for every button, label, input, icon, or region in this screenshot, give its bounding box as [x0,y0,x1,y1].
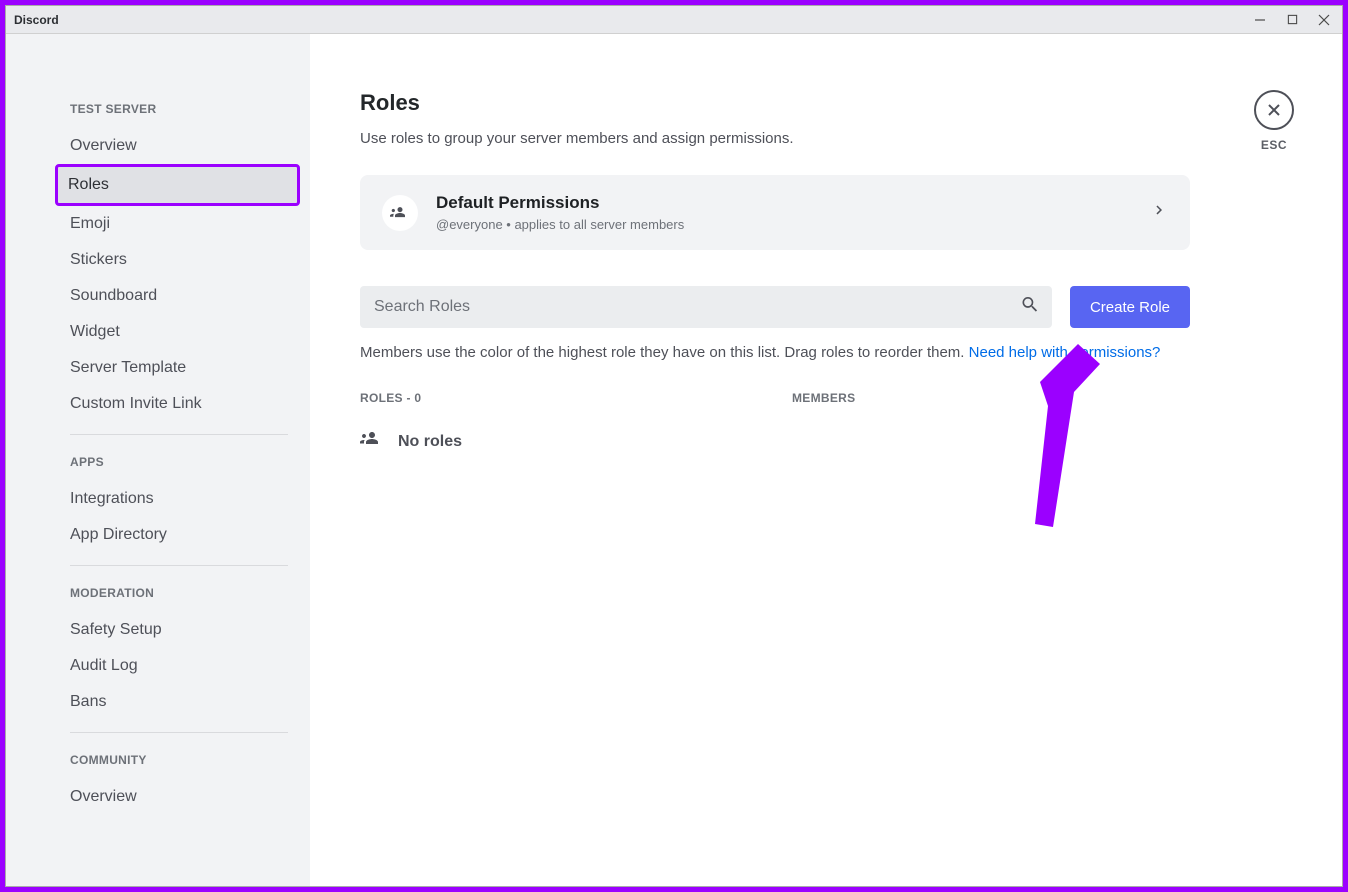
chevron-right-icon [1150,201,1168,224]
search-roles-input[interactable] [360,286,1052,328]
sidebar-section-header: TEST SERVER [60,94,298,128]
sidebar-item-server-template[interactable]: Server Template [60,350,298,386]
search-and-create-row: Create Role [360,286,1190,328]
minimize-icon [1254,14,1266,26]
close-icon [1265,101,1283,119]
maximize-button[interactable] [1282,10,1302,30]
search-icon [1020,295,1040,320]
sidebar-item-overview[interactable]: Overview [60,779,298,815]
close-label: ESC [1261,138,1287,152]
titlebar-app-name: Discord [14,13,1250,27]
sidebar-item-soundboard[interactable]: Soundboard [60,278,298,314]
sidebar-item-custom-invite-link[interactable]: Custom Invite Link [60,386,298,422]
search-box [360,286,1052,328]
sidebar-item-stickers[interactable]: Stickers [60,242,298,278]
no-roles-label: No roles [398,433,462,451]
close-settings-button[interactable]: ESC [1254,90,1294,152]
hint-prefix: Members use the color of the highest rol… [360,344,969,361]
sidebar-item-widget[interactable]: Widget [60,314,298,350]
sidebar-item-roles[interactable]: Roles [55,164,300,206]
sidebar-section-header: APPS [60,447,298,481]
roles-hint-text: Members use the color of the highest rol… [360,342,1190,363]
page-subtitle: Use roles to group your server members a… [360,130,1190,147]
sidebar-item-app-directory[interactable]: App Directory [60,517,298,553]
people-icon [390,203,410,223]
column-roles-header: ROLES - 0 [360,391,792,405]
default-card-title: Default Permissions [436,193,1132,213]
sidebar-item-integrations[interactable]: Integrations [60,481,298,517]
sidebar-section-header: COMMUNITY [60,745,298,779]
close-window-button[interactable] [1314,10,1334,30]
roles-columns-header: ROLES - 0 MEMBERS [360,391,1190,405]
close-circle [1254,90,1294,130]
sidebar-item-emoji[interactable]: Emoji [60,206,298,242]
create-role-button[interactable]: Create Role [1070,286,1190,328]
app-window: Discord TEST SERVEROverviewRolesEmojiSti… [5,5,1343,887]
sidebar-divider [70,565,288,566]
everyone-avatar [382,195,418,231]
sidebar-divider [70,732,288,733]
permissions-help-link[interactable]: Need help with permissions? [969,344,1161,361]
settings-sidebar: TEST SERVEROverviewRolesEmojiStickersSou… [6,34,310,886]
people-icon [360,427,384,456]
default-card-subtitle: @everyone • applies to all server member… [436,217,1132,232]
close-icon [1318,14,1330,26]
column-members-header: MEMBERS [792,391,855,405]
main-area: TEST SERVEROverviewRolesEmojiStickersSou… [6,34,1342,886]
window-controls [1250,10,1334,30]
sidebar-divider [70,434,288,435]
minimize-button[interactable] [1250,10,1270,30]
maximize-icon [1287,14,1298,25]
titlebar: Discord [6,6,1342,34]
no-roles-row: No roles [360,427,1190,456]
page-title: Roles [360,90,1190,116]
sidebar-section-header: MODERATION [60,578,298,612]
sidebar-item-audit-log[interactable]: Audit Log [60,648,298,684]
sidebar-item-safety-setup[interactable]: Safety Setup [60,612,298,648]
settings-content: ESC Roles Use roles to group your server… [310,34,1342,886]
sidebar-item-overview[interactable]: Overview [60,128,298,164]
sidebar-item-bans[interactable]: Bans [60,684,298,720]
default-permissions-card[interactable]: Default Permissions @everyone • applies … [360,175,1190,250]
